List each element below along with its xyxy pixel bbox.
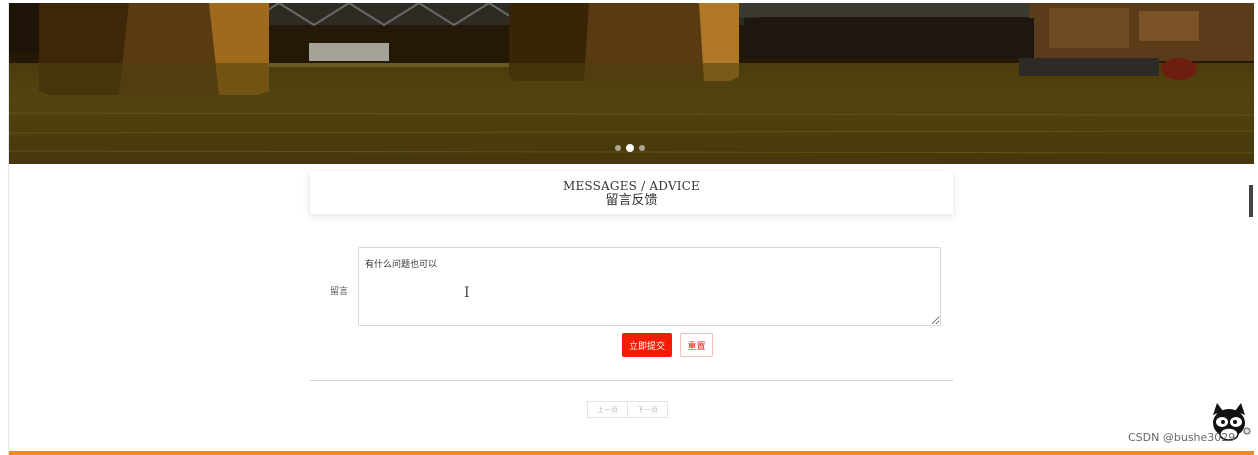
hero-banner-image	[9, 3, 1254, 164]
section-title-chinese: 留言反馈	[605, 193, 658, 208]
csdn-watermark: CSDN @bushe3029	[1128, 431, 1236, 444]
message-label: 留言	[330, 287, 349, 297]
page-container: MESSAGES / ADVICE 留言反馈 留言 I 立即提交 重置 上一页 …	[8, 3, 1254, 455]
section-title-card: MESSAGES / ADVICE 留言反馈	[310, 171, 953, 214]
section-title-english: MESSAGES / ADVICE	[562, 179, 700, 193]
carousel-dot-2[interactable]	[626, 144, 634, 152]
section-divider	[310, 380, 953, 381]
message-textarea[interactable]	[358, 247, 941, 326]
pagination: 上一页 下一页	[587, 401, 668, 418]
submit-button[interactable]: 立即提交	[622, 333, 672, 357]
carousel-dot-1[interactable]	[615, 145, 621, 151]
carousel-dot-3[interactable]	[639, 145, 645, 151]
scroll-handle[interactable]	[1249, 185, 1253, 217]
reset-button[interactable]: 重置	[680, 333, 713, 357]
prev-page-button[interactable]: 上一页	[587, 401, 628, 418]
carousel-indicators	[615, 144, 645, 152]
bridge-river-scene	[9, 3, 1254, 164]
next-page-button[interactable]: 下一页	[628, 401, 668, 418]
footer-accent-bar	[9, 451, 1254, 455]
